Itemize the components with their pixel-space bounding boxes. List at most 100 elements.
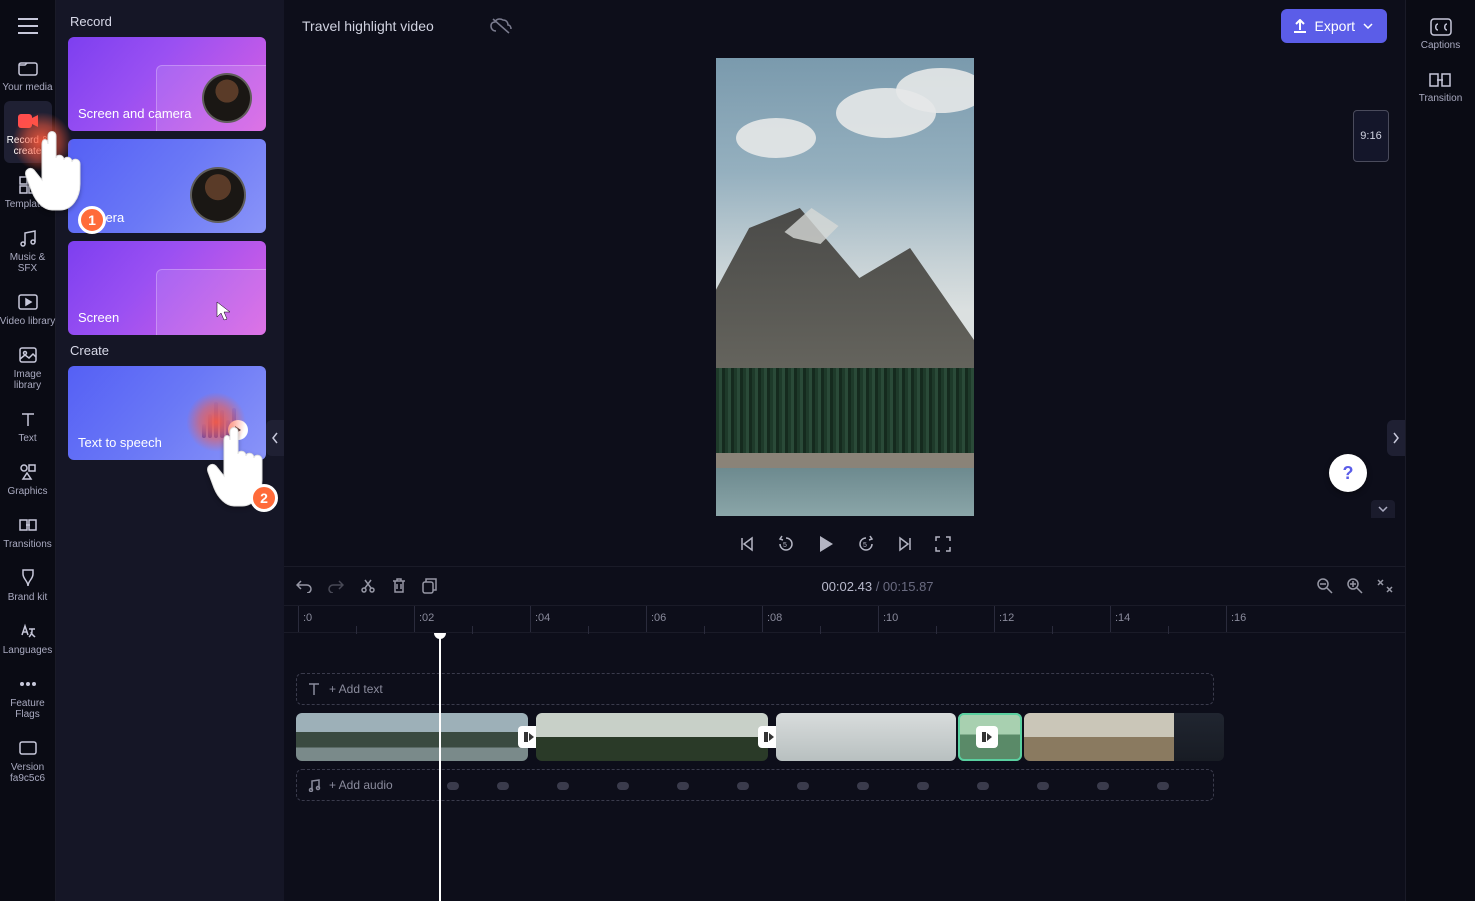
text-icon: [16, 407, 40, 431]
skip-end-button[interactable]: [897, 536, 913, 552]
ruler-tick: :12: [994, 606, 1014, 632]
add-audio-track-button[interactable]: + Add audio: [296, 769, 1214, 801]
add-text-track-button[interactable]: + Add text: [296, 673, 1214, 705]
nav-label: Brand kit: [8, 592, 47, 603]
help-button[interactable]: ?: [1329, 454, 1367, 492]
video-clip-1[interactable]: [296, 713, 528, 761]
ruler-tick: :04: [530, 606, 550, 632]
more-icon: [16, 672, 40, 696]
svg-text:5: 5: [863, 542, 867, 549]
nav-version[interactable]: Version fa9c5c6: [0, 728, 56, 790]
card-label: Camera: [78, 210, 124, 225]
ruler-tick: :02: [414, 606, 434, 632]
redo-button[interactable]: [328, 579, 344, 593]
timeline-timecode: 00:02.43 / 00:15.87: [454, 579, 1301, 594]
nav-templates[interactable]: Templates: [0, 165, 56, 216]
track-label: + Add text: [329, 682, 383, 696]
cursor-icon: [216, 301, 232, 321]
delete-button[interactable]: [392, 578, 406, 594]
preview-area: 9:16 ?: [284, 52, 1405, 522]
nav-image-library[interactable]: Image library: [0, 335, 56, 397]
video-track: [296, 713, 1393, 761]
captions-icon: [1430, 18, 1452, 36]
version-icon: [16, 736, 40, 760]
nav-label: Image library: [0, 369, 56, 391]
track-label: + Add audio: [329, 778, 393, 792]
nav-label: Templates: [5, 199, 51, 210]
top-bar: Export: [284, 0, 1405, 52]
fullscreen-button[interactable]: [935, 536, 951, 552]
svg-text:5: 5: [783, 542, 787, 549]
nav-label: Feature Flags: [0, 698, 56, 720]
brand-kit-icon: [16, 566, 40, 590]
forward-5-button[interactable]: 5: [857, 535, 875, 553]
card-screen-and-camera[interactable]: Screen and camera: [68, 37, 266, 131]
main-editor-area: Export 9:16 ? 5: [284, 0, 1405, 901]
nav-label: Transitions: [3, 539, 52, 550]
play-button[interactable]: [817, 534, 835, 554]
split-button[interactable]: [360, 578, 376, 594]
zoom-in-button[interactable]: [1347, 578, 1363, 594]
playhead[interactable]: [439, 633, 441, 901]
video-clip-3[interactable]: [776, 713, 956, 761]
nav-label: Text: [18, 433, 36, 444]
fit-timeline-button[interactable]: [1377, 579, 1393, 593]
ruler-tick: :0: [298, 606, 312, 632]
nav-label: Graphics: [7, 486, 47, 497]
nav-languages[interactable]: Languages: [0, 611, 56, 662]
cloud-sync-off-icon[interactable]: [490, 17, 512, 35]
nav-feature-flags[interactable]: Feature Flags: [0, 664, 56, 726]
nav-graphics[interactable]: Graphics: [0, 452, 56, 503]
collapse-panel-button[interactable]: [266, 420, 284, 456]
left-nav-rail: Your media Record & create Templates Mus…: [0, 0, 56, 901]
captions-button[interactable]: Captions: [1421, 10, 1460, 59]
expand-timeline-button[interactable]: [1371, 500, 1395, 518]
right-rail: Captions Transition: [1405, 0, 1475, 901]
undo-button[interactable]: [296, 579, 312, 593]
nav-transitions[interactable]: Transitions: [0, 505, 56, 556]
rewind-5-button[interactable]: 5: [777, 535, 795, 553]
nav-brand-kit[interactable]: Brand kit: [0, 558, 56, 609]
record-create-panel: Record Screen and camera Camera Screen C…: [56, 0, 284, 901]
card-camera[interactable]: Camera: [68, 139, 266, 233]
timeline-tracks: + Add text: [284, 633, 1405, 901]
zoom-out-button[interactable]: [1317, 578, 1333, 594]
collapse-right-panel-button[interactable]: [1387, 420, 1405, 456]
image-icon: [16, 343, 40, 367]
nav-your-media[interactable]: Your media: [0, 48, 56, 99]
video-clip-2[interactable]: [536, 713, 768, 761]
languages-icon: [16, 619, 40, 643]
card-text-to-speech[interactable]: Text to speech: [68, 366, 266, 460]
skip-start-button[interactable]: [739, 536, 755, 552]
section-heading-create: Create: [70, 343, 274, 358]
ruler-tick: :08: [762, 606, 782, 632]
ruler-tick: :06: [646, 606, 666, 632]
hamburger-menu-button[interactable]: [8, 6, 48, 46]
rail-label: Transition: [1419, 93, 1463, 104]
aspect-ratio-button[interactable]: 9:16: [1353, 110, 1389, 162]
upload-icon: [1293, 19, 1307, 33]
duplicate-button[interactable]: [422, 578, 438, 594]
nav-label: Record & create: [4, 135, 52, 157]
text-icon: [307, 682, 321, 696]
timeline-ruler[interactable]: :0 :02 :04 :06 :08 :10 :12 :14 :16: [284, 605, 1405, 633]
nav-video-library[interactable]: Video library: [0, 282, 56, 333]
nav-label: Languages: [3, 645, 53, 656]
nav-label: Video library: [0, 316, 55, 327]
card-label: Screen and camera: [78, 106, 191, 121]
nav-text[interactable]: Text: [0, 399, 56, 450]
project-title-input[interactable]: [302, 18, 472, 34]
export-button[interactable]: Export: [1281, 9, 1387, 43]
card-screen[interactable]: Screen: [68, 241, 266, 335]
ruler-tick: :16: [1226, 606, 1246, 632]
nav-record-create[interactable]: Record & create: [4, 101, 52, 163]
video-preview[interactable]: [716, 58, 974, 516]
transition-button[interactable]: Transition: [1419, 63, 1463, 112]
timeline-toolbar: 00:02.43 / 00:15.87: [284, 567, 1405, 605]
templates-icon: [16, 173, 40, 197]
transition-marker[interactable]: [976, 726, 998, 748]
card-label: Text to speech: [78, 435, 162, 450]
nav-music-sfx[interactable]: Music & SFX: [0, 218, 56, 280]
video-clip-5[interactable]: [1024, 713, 1224, 761]
card-label: Screen: [78, 310, 119, 325]
